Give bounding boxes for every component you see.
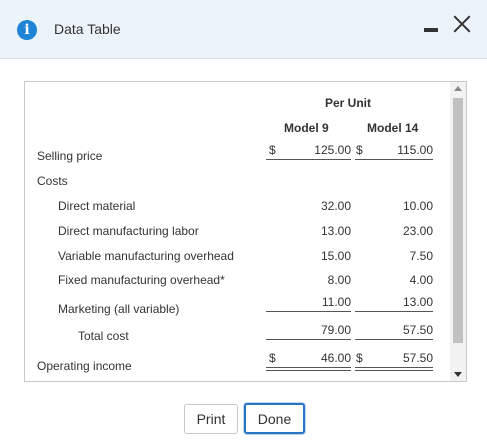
row-label-variable-overhead: Variable manufacturing overhead xyxy=(58,249,234,263)
value-cell: 23.00 xyxy=(402,224,433,238)
data-table-panel: Per Unit Model 9 Model 14 Selling price … xyxy=(24,81,467,382)
dialog-titlebar: i Data Table xyxy=(0,0,487,59)
row-label-operating-income: Operating income xyxy=(37,359,132,373)
underline xyxy=(355,159,433,160)
scroll-thumb[interactable] xyxy=(453,98,463,343)
underline xyxy=(266,311,351,312)
value-cell: 79.00 xyxy=(320,323,351,337)
double-underline xyxy=(266,367,351,368)
row-label-total-cost: Total cost xyxy=(78,329,129,343)
vertical-scrollbar[interactable] xyxy=(450,82,466,381)
value-cell: 46.00 xyxy=(320,351,351,365)
close-icon[interactable] xyxy=(452,14,472,34)
value-cell: 10.00 xyxy=(402,199,433,213)
underline xyxy=(266,339,351,340)
per-unit-header: Per Unit xyxy=(325,96,372,110)
value-cell: 4.00 xyxy=(409,273,433,287)
row-label-selling-price: Selling price xyxy=(37,149,103,163)
done-button[interactable]: Done xyxy=(244,403,305,434)
row-label-costs: Costs xyxy=(37,174,68,188)
value-cell: 15.00 xyxy=(320,249,351,263)
info-icon: i xyxy=(17,20,37,40)
currency-symbol: $ xyxy=(356,143,363,157)
value-cell: 7.50 xyxy=(409,249,433,263)
scroll-up-arrow-icon[interactable] xyxy=(454,86,462,91)
value-cell: 57.50 xyxy=(402,351,433,365)
double-underline xyxy=(355,370,433,371)
value-cell: 32.00 xyxy=(320,199,351,213)
model-9-header: Model 9 xyxy=(284,121,329,135)
underline xyxy=(355,339,433,340)
value-cell: 125.00 xyxy=(314,143,351,157)
value-cell: 13.00 xyxy=(320,224,351,238)
value-cell: 8.00 xyxy=(327,273,351,287)
underline xyxy=(355,311,433,312)
underline xyxy=(266,159,351,160)
currency-symbol: $ xyxy=(356,351,363,365)
row-label-direct-labor: Direct manufacturing labor xyxy=(58,224,199,238)
dialog-title: Data Table xyxy=(54,21,121,37)
row-label-fixed-overhead: Fixed manufacturing overhead* xyxy=(58,273,225,287)
model-14-header: Model 14 xyxy=(367,121,419,135)
scroll-down-arrow-icon[interactable] xyxy=(454,372,462,377)
double-underline xyxy=(266,370,351,371)
value-cell: 115.00 xyxy=(397,143,433,157)
row-label-direct-material: Direct material xyxy=(58,199,136,213)
double-underline xyxy=(355,367,433,368)
row-label-marketing: Marketing (all variable) xyxy=(58,302,180,316)
value-cell: 13.00 xyxy=(402,295,433,309)
value-cell: 11.00 xyxy=(321,295,351,309)
currency-symbol: $ xyxy=(269,351,276,365)
currency-symbol: $ xyxy=(269,143,276,157)
print-button[interactable]: Print xyxy=(184,404,238,434)
minimize-icon[interactable] xyxy=(424,28,438,32)
value-cell: 57.50 xyxy=(402,323,433,337)
